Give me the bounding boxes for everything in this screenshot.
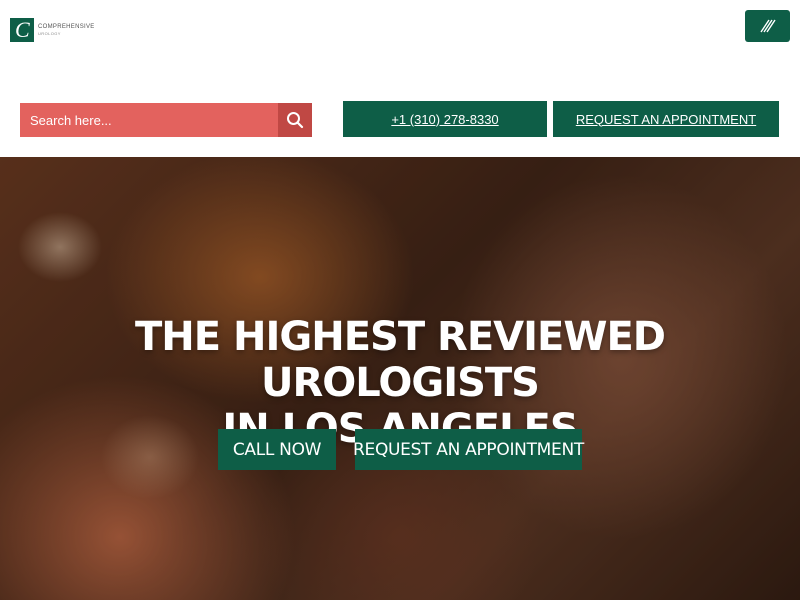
logo-name-line1: COMPREHENSIVE: [38, 24, 95, 30]
menu-slashes-icon: [759, 19, 776, 33]
hero-title-line1: THE HIGHEST REVIEWED UROLOGISTS: [135, 314, 666, 406]
hero-banner: THE HIGHEST REVIEWED UROLOGISTS IN LOS A…: [0, 157, 800, 600]
logo-glyph: C: [15, 18, 30, 42]
logo-text: COMPREHENSIVE UROLOGY: [38, 24, 95, 36]
hero-request-appointment-button[interactable]: REQUEST AN APPOINTMENT: [353, 429, 584, 470]
request-appointment-button[interactable]: REQUEST AN APPOINTMENT: [553, 101, 779, 137]
search-input[interactable]: [20, 103, 278, 137]
logo-name-line2: UROLOGY: [38, 31, 61, 36]
logo-mark-icon: C: [10, 18, 34, 42]
menu-button[interactable]: [745, 10, 790, 42]
site-logo[interactable]: C COMPREHENSIVE UROLOGY: [10, 18, 95, 42]
search-bar: [20, 103, 312, 137]
search-icon: [287, 112, 304, 129]
site-header: C COMPREHENSIVE UROLOGY +1 (310) 278-833…: [0, 0, 800, 157]
phone-button[interactable]: +1 (310) 278-8330: [343, 101, 547, 137]
call-now-button[interactable]: CALL NOW: [218, 429, 336, 470]
search-button[interactable]: [278, 103, 312, 137]
